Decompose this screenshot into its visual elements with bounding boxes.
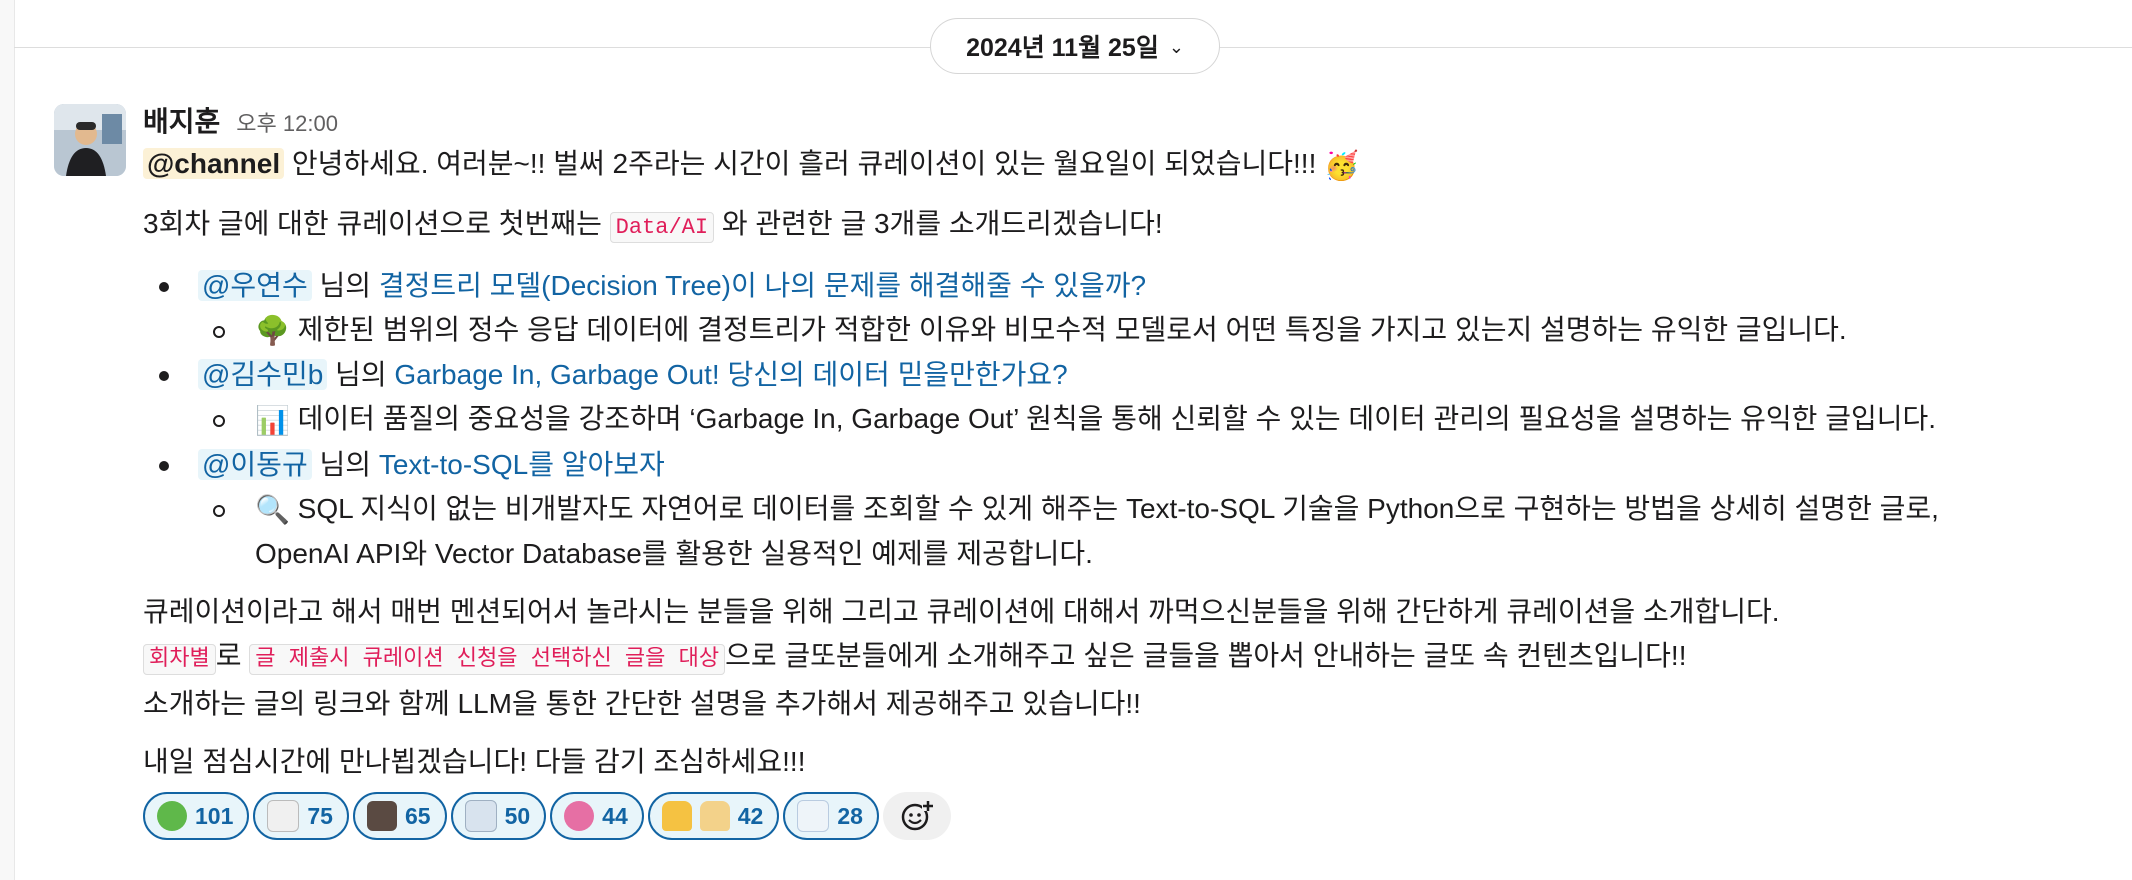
figure-icon (797, 800, 830, 833)
list-item-text: 님의 (327, 359, 395, 391)
message-line-1: @channel 안녕하세요. 여러분~!! 벌써 2주라는 시간이 흘러 큐레… (143, 142, 2093, 188)
reaction-count: 101 (195, 802, 234, 829)
reaction-count: 75 (307, 802, 333, 829)
thumbs-up-icon (699, 801, 730, 832)
reaction-thumbs-up[interactable]: 42 (647, 792, 780, 841)
list-subitem: 🌳 제한된 범위의 정수 응답 데이터에 결정트리가 적합한 이유와 비모수적 … (143, 308, 2093, 354)
magnifying-glass-icon: 🔍 (255, 494, 290, 526)
photo-icon (366, 801, 397, 832)
paragraph-text: 으로 글또분들에게 소개해주고 싶은 글들을 뽑아서 안내하는 글또 속 컨텐츠… (725, 640, 1687, 672)
article-description: SQL 지식이 없는 비개발자도 자연어로 데이터를 조회할 수 있게 해주는 … (289, 492, 1939, 524)
reaction-figure[interactable]: 28 (783, 792, 879, 841)
inline-code: 회차별 (143, 644, 216, 676)
article-link[interactable]: 결정트리 모델(Decision Tree)이 나의 문제를 해결해줄 수 있을… (379, 270, 1146, 301)
reaction-count: 42 (737, 802, 764, 829)
thumbs-up-icon (661, 801, 692, 832)
reaction-cake[interactable]: 50 (450, 792, 547, 841)
left-edge (0, 0, 15, 880)
message: 배지훈 오후 12:00 @channel 안녕하세요. 여러분~!! 벌써 2… (143, 100, 2093, 841)
article-link[interactable]: Garbage In, Garbage Out! 당신의 데이터 믿을만한가요? (394, 359, 1067, 390)
reaction-cat[interactable]: 75 (253, 792, 349, 841)
greeting-text: 안녕하세요. 여러분~!! 벌써 2주라는 시간이 흘러 큐레이션이 있는 월요… (284, 148, 1325, 179)
list-subitem: 🔍 SQL 지식이 없는 비개발자도 자연어로 데이터를 조회할 수 있게 해주… (143, 487, 2093, 577)
reactions-bar: 101 75 65 50 44 42 28 (143, 792, 2093, 841)
list-item: @김수민b 님의 Garbage In, Garbage Out! 당신의 데이… (143, 353, 2093, 397)
add-reaction-button[interactable] (882, 792, 951, 841)
list-item: @이동규 님의 Text-to-SQL를 알아보자 (143, 443, 2093, 487)
reaction-count: 65 (404, 802, 431, 829)
list-item: @우연수 님의 결정트리 모델(Decision Tree)이 나의 문제를 해… (143, 264, 2093, 308)
reaction-pig[interactable]: 44 (550, 792, 644, 841)
reaction-count: 44 (602, 802, 628, 829)
message-header: 배지훈 오후 12:00 (143, 100, 2093, 142)
bar-chart-icon: 📊 (255, 404, 290, 436)
inline-code: 글 제출시 큐레이션 신청을 선택하신 글을 대상 (249, 644, 726, 676)
avatar-photo-icon (54, 104, 126, 176)
paragraph-2: 회차별 로 글 제출시 큐레이션 신청을 선택하신 글을 대상 으로 글또분들에게 … (143, 634, 2093, 682)
reaction-count: 50 (504, 802, 531, 829)
intro-text: 3회차 글에 대한 큐레이션으로 첫번째는 (143, 207, 610, 239)
list-subitem: 📊 데이터 품질의 중요성을 강조하며 ‘Garbage In, Garbage… (143, 397, 2093, 443)
user-mention[interactable]: @이동규 (198, 448, 312, 480)
pig-icon (564, 801, 595, 832)
article-description-continued: OpenAI API와 Vector Database를 활용한 실용적인 예제… (255, 538, 1093, 570)
reaction-count: 28 (837, 802, 863, 829)
paragraph-text: 로 (215, 640, 250, 672)
paragraph-1: 큐레이션이라고 해서 매번 멘션되어서 놀라시는 분들을 위해 그리고 큐레이션… (143, 596, 1780, 628)
article-description: 제한된 범위의 정수 응답 데이터에 결정트리가 적합한 이유와 비모수적 모델… (289, 313, 1847, 345)
list-item-text: 님의 (311, 448, 379, 480)
timestamp[interactable]: 오후 12:00 (236, 106, 338, 138)
chevron-down-icon: ⌄ (1168, 36, 1184, 57)
cake-icon (464, 800, 497, 833)
inline-code: Data/AI (609, 211, 715, 243)
add-emoji-icon (901, 799, 934, 831)
channel-mention[interactable]: @channel (143, 148, 285, 179)
article-link[interactable]: Text-to-SQL를 알아보자 (379, 449, 665, 480)
date-divider-button[interactable]: 2024년 11월 25일 ⌄ (930, 18, 1220, 74)
closing-line: 내일 점심시간에 만나뵙겠습니다! 다들 감기 조심하세요!!! (143, 746, 806, 778)
reaction-frog[interactable]: 101 (143, 792, 250, 841)
paragraph-3: 소개하는 글의 링크와 함께 LLM을 통한 간단한 설명을 추가해서 제공해주… (143, 688, 1141, 720)
sender-name[interactable]: 배지훈 (143, 100, 220, 140)
date-label: 2024년 11월 25일 (966, 34, 1159, 62)
avatar[interactable] (54, 104, 126, 176)
message-line-2: 3회차 글에 대한 큐레이션으로 첫번째는 Data/AI 와 관련한 글 3개… (143, 202, 2093, 250)
cat-icon (267, 800, 300, 833)
user-mention[interactable]: @김수민b (198, 359, 328, 391)
intro-text-after: 와 관련한 글 3개를 소개드리겠습니다! (714, 207, 1163, 239)
curation-list: @우연수 님의 결정트리 모델(Decision Tree)이 나의 문제를 해… (143, 264, 2093, 577)
article-description: 데이터 품질의 중요성을 강조하며 ‘Garbage In, Garbage O… (289, 403, 1937, 435)
reaction-photo[interactable]: 65 (352, 792, 447, 841)
partying-face-icon: 🥳 (1324, 149, 1359, 181)
user-mention[interactable]: @우연수 (198, 269, 312, 301)
tree-icon: 🌳 (255, 315, 290, 347)
list-item-text: 님의 (311, 269, 379, 301)
frog-icon (157, 801, 187, 832)
